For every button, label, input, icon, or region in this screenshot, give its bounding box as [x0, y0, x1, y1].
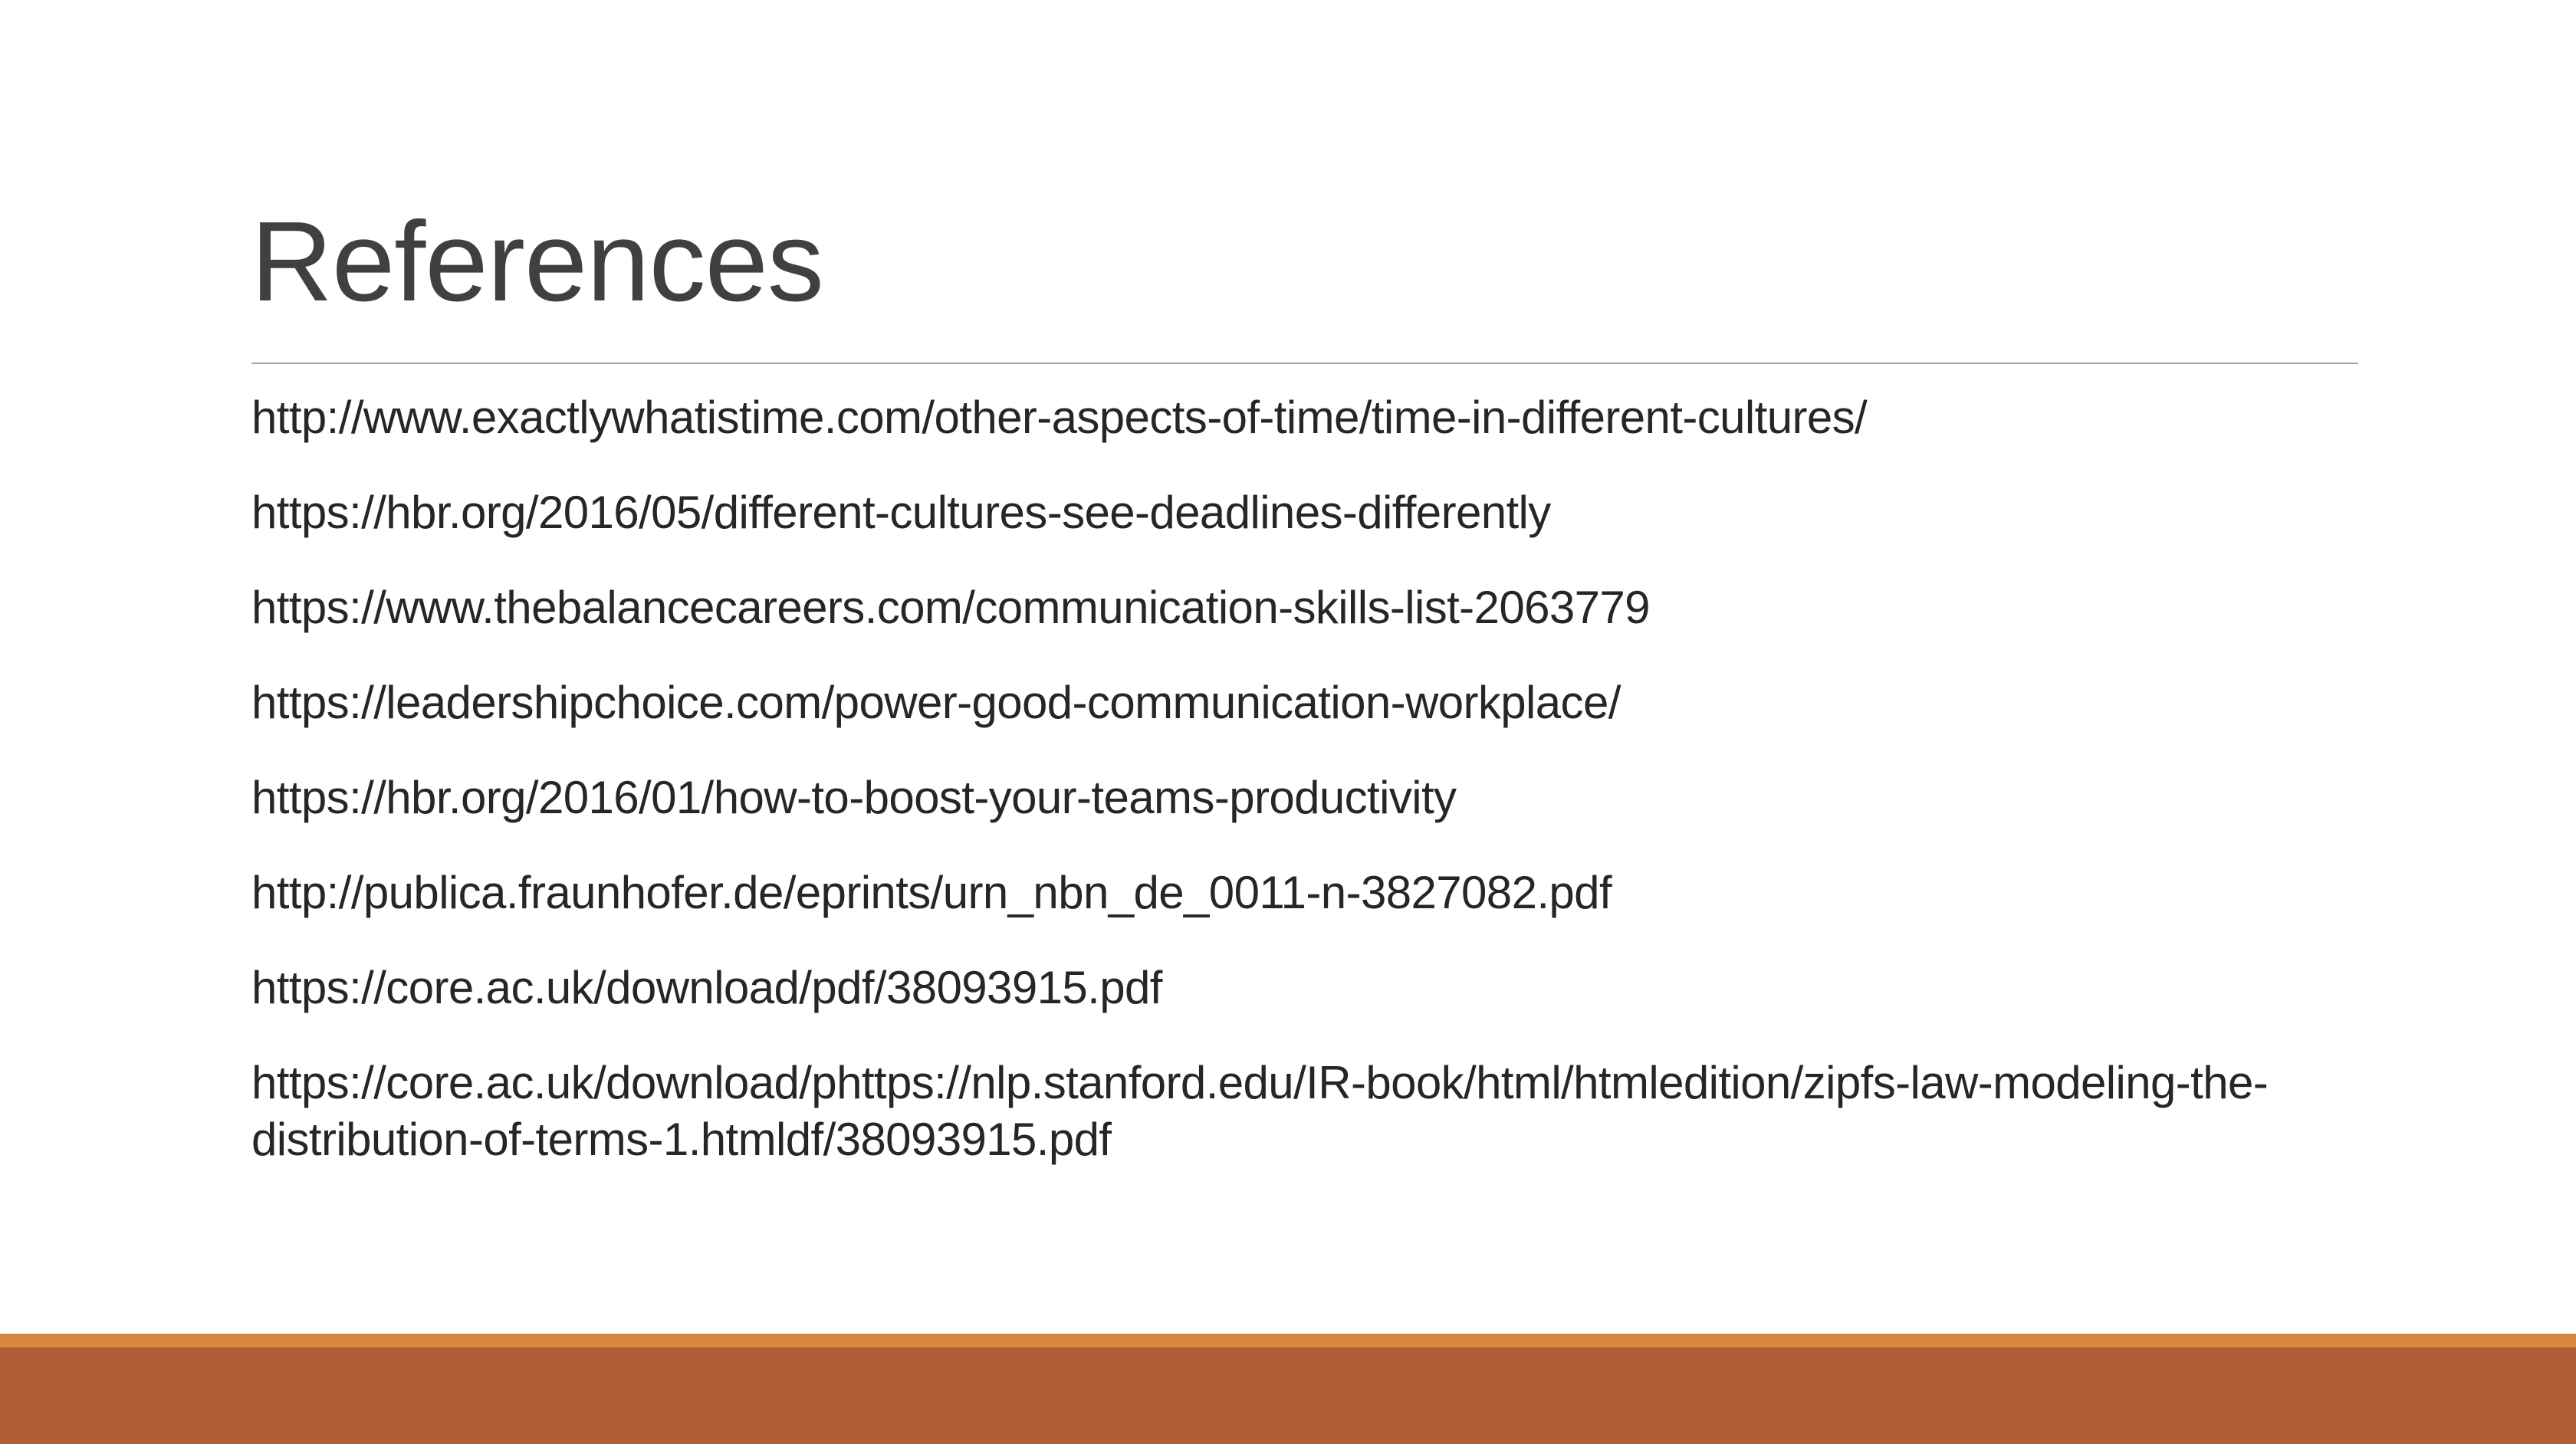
- reference-item: https://www.thebalancecareers.com/commun…: [251, 582, 1651, 633]
- footer-accent-stripe: [0, 1334, 2576, 1347]
- reference-item: https://core.ac.uk/download/pdf/38093915…: [251, 962, 1162, 1013]
- reference-item: https://hbr.org/2016/05/different-cultur…: [251, 487, 1551, 538]
- slide-title: References: [251, 199, 824, 325]
- reference-item: http://publica.fraunhofer.de/eprints/urn…: [251, 867, 1612, 918]
- slide: References http://www.exactlywhatistime.…: [0, 0, 2576, 1444]
- reference-item: https://core.ac.uk/download/phttps://nlp…: [251, 1057, 2269, 1165]
- title-divider: [251, 363, 2358, 364]
- reference-item: https://leadershipchoice.com/power-good-…: [251, 677, 1621, 728]
- reference-item: https://hbr.org/2016/01/how-to-boost-you…: [251, 772, 1457, 823]
- reference-list: http://www.exactlywhatistime.com/other-a…: [251, 389, 2383, 1206]
- footer-band: [0, 1347, 2576, 1444]
- reference-item: http://www.exactlywhatistime.com/other-a…: [251, 392, 1868, 443]
